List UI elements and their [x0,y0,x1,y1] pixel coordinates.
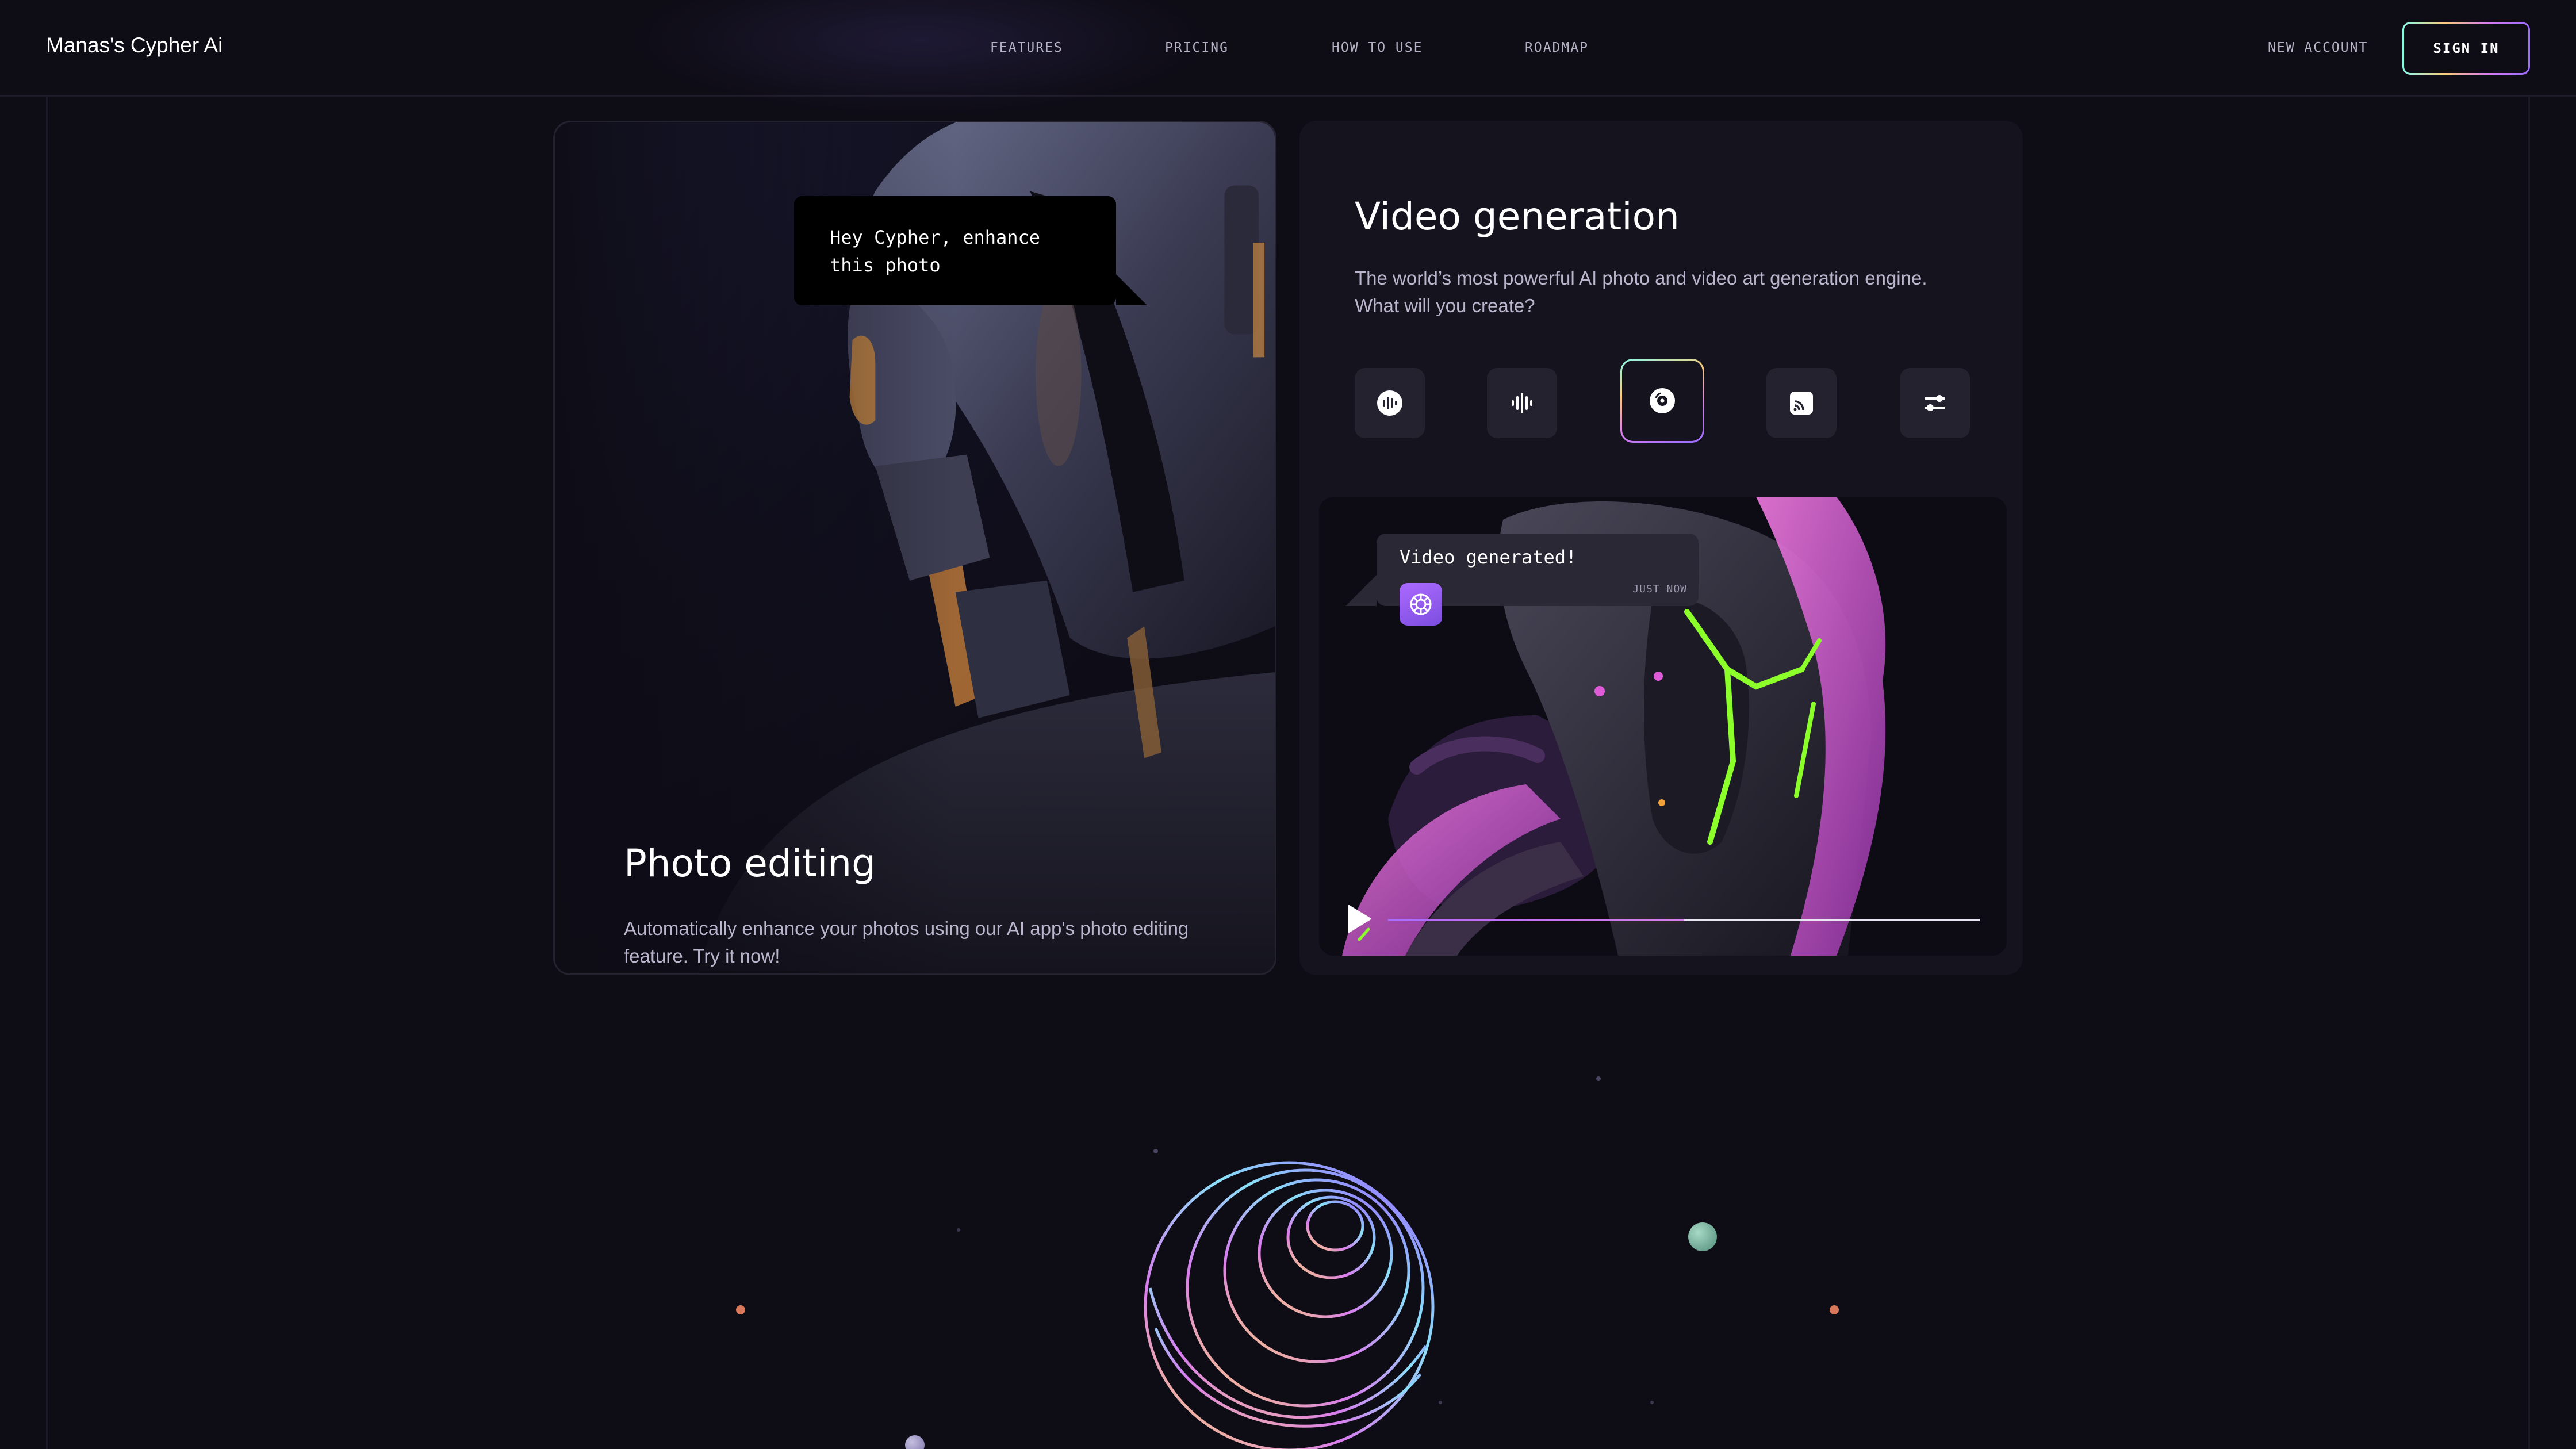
ai-avatar [1400,583,1442,626]
nav-roadmap[interactable]: ROADMAP [1525,40,1589,55]
audio-wave-icon [1512,393,1532,413]
play-icon[interactable] [1347,904,1372,934]
decor-planet-orange [736,1305,745,1314]
decor-dot [1439,1401,1442,1404]
disc-icon [1650,388,1675,413]
sliders-icon [1925,395,1945,411]
video-generation-description: The world’s most powerful AI photo and v… [1355,267,1927,316]
video-generation-title: Video generation [1355,194,1680,239]
decor-dot [957,1228,960,1232]
decor-dot [1153,1149,1158,1153]
voice-record-button[interactable] [1355,368,1425,438]
sign-in-button[interactable]: SIGN IN [2402,22,2530,75]
decor-planet-orange [1830,1305,1839,1314]
disc-button-inner [1622,361,1703,441]
voice-record-icon [1377,390,1402,416]
video-generation-card: Video generation The world’s most powerf… [1300,121,2023,975]
header-glow [632,0,1208,115]
new-account-link[interactable]: NEW ACCOUNT [2268,40,2368,55]
gradient-sphere-logo [1144,1161,1435,1449]
nav-features[interactable]: FEATURES [990,40,1063,55]
sign-in-label: SIGN IN [2404,24,2528,73]
audio-wave-button[interactable] [1487,368,1557,438]
video-preview: Video generated! JUST NOW [1319,497,2007,956]
decor-dot [1596,1076,1601,1081]
site-logo[interactable]: Manas's Cypher Ai [46,33,223,57]
photo-prompt-text: Hey Cypher, enhance this photo [830,227,1041,276]
video-status-time: JUST NOW [1632,583,1687,595]
decor-dot [1650,1401,1654,1404]
left-guide-line [46,97,48,1449]
photo-editing-description: Automatically enhance your photos using … [624,918,1189,967]
video-status-text: Video generated! [1400,546,1577,568]
sliders-button[interactable] [1900,368,1970,438]
cast-icon [1790,392,1813,415]
photo-prompt-bubble: Hey Cypher, enhance this photo [794,196,1147,305]
disc-button-active[interactable] [1620,359,1704,443]
nav-pricing[interactable]: PRICING [1165,40,1229,55]
nav-how-to-use[interactable]: HOW TO USE [1332,40,1423,55]
right-guide-line [2528,97,2530,1449]
decor-planet-lilac [905,1435,925,1449]
photo-editing-card: Hey Cypher, enhance this photo Photo edi… [553,121,1276,975]
ai-brain-icon [1410,593,1432,615]
video-progress-fill [1388,919,1684,921]
cast-button[interactable] [1766,368,1837,438]
photo-editing-title: Photo editing [624,841,876,885]
decor-planet-green [1688,1222,1717,1251]
video-progress-bar[interactable] [1388,919,1980,921]
site-header: Manas's Cypher Ai FEATURES PRICING HOW T… [0,0,2576,115]
